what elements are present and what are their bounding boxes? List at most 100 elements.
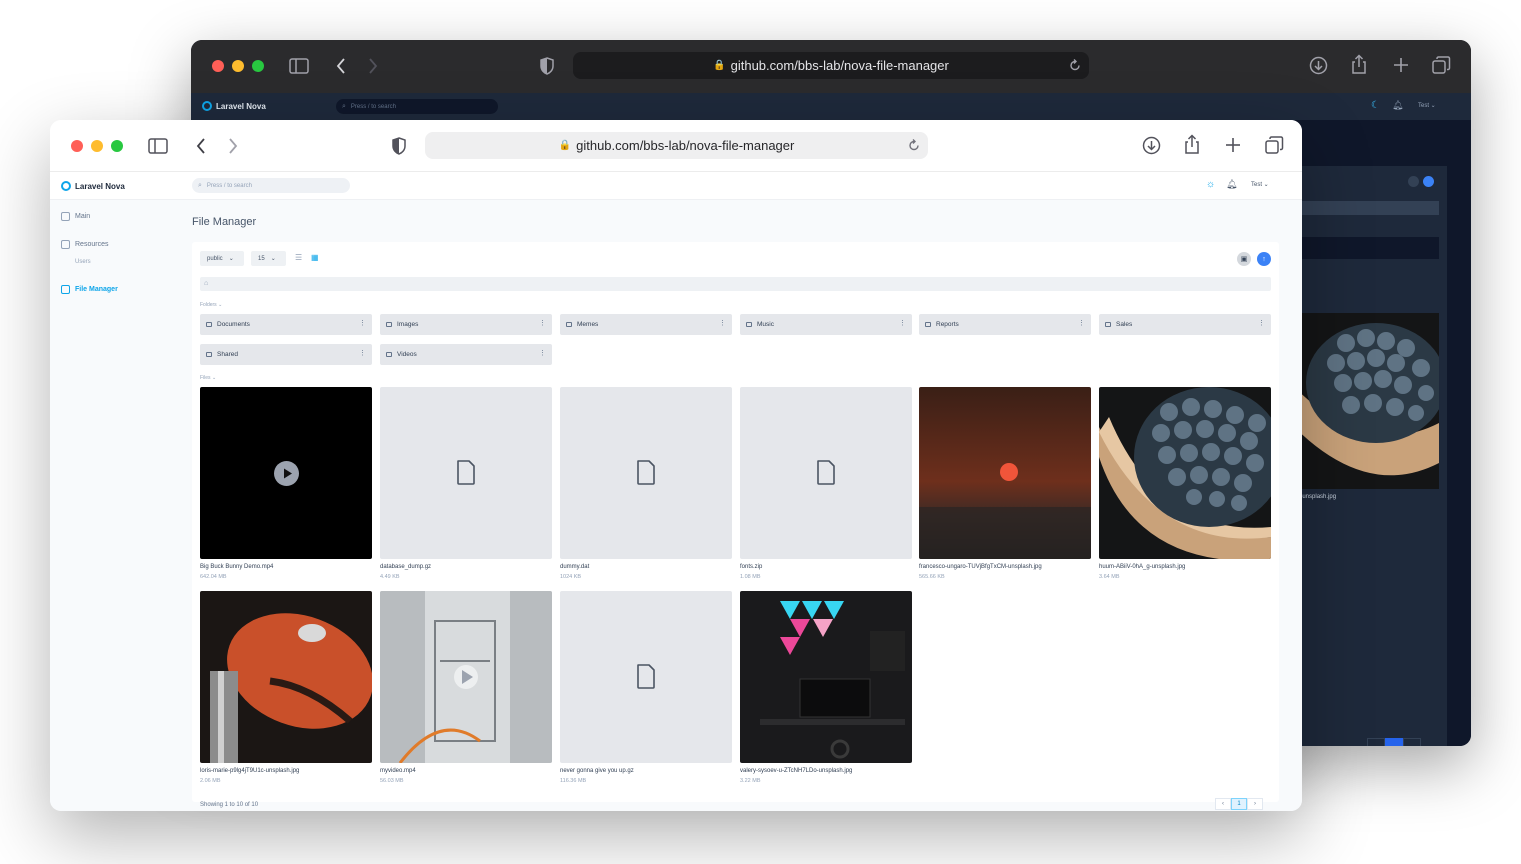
folder-item[interactable]: Videos ⋮ bbox=[380, 344, 552, 365]
back-arrow-icon[interactable] bbox=[335, 57, 347, 75]
user-menu[interactable]: Test ⌄ bbox=[1418, 102, 1436, 109]
home-icon[interactable]: ⌂ bbox=[204, 280, 208, 287]
sidebar-item-users[interactable]: Users bbox=[75, 259, 91, 265]
sidebar-item-resources[interactable]: Resources bbox=[61, 240, 108, 249]
search-input[interactable]: ⌕ Press / to search bbox=[192, 178, 350, 193]
create-folder-button[interactable]: ▣ bbox=[1237, 252, 1251, 266]
user-menu[interactable]: Test ⌄ bbox=[1251, 181, 1269, 188]
dark-file-panel: -0hA_g-unsplash.jpg bbox=[1281, 166, 1447, 746]
disk-select[interactable]: public ⌄ bbox=[200, 251, 244, 266]
file-name: database_dump.gz bbox=[380, 564, 432, 570]
files-label[interactable]: Files ⌄ bbox=[200, 375, 216, 381]
more-icon[interactable]: ⋮ bbox=[539, 349, 546, 357]
more-icon[interactable]: ⋮ bbox=[539, 319, 546, 327]
page-1-button[interactable]: 1 bbox=[1231, 798, 1247, 810]
shield-icon[interactable] bbox=[391, 137, 407, 155]
file-thumbnail-document[interactable] bbox=[560, 591, 732, 763]
downloads-icon[interactable] bbox=[1309, 56, 1328, 75]
file-name: huum-ABiiV-0hA_g-unsplash.jpg bbox=[1099, 564, 1186, 570]
more-icon[interactable]: ⋮ bbox=[719, 319, 726, 327]
back-arrow-icon[interactable] bbox=[195, 137, 207, 155]
downloads-icon[interactable] bbox=[1142, 136, 1161, 155]
folder-item[interactable]: Documents ⋮ bbox=[200, 314, 372, 335]
forward-arrow-icon[interactable] bbox=[367, 57, 379, 75]
folder-item[interactable]: Images ⋮ bbox=[380, 314, 552, 335]
address-bar[interactable]: 🔒 github.com/bbs-lab/nova-file-manager bbox=[573, 52, 1089, 79]
close-window-button[interactable] bbox=[212, 60, 224, 72]
bell-icon[interactable]: 🔔︎ bbox=[1392, 100, 1403, 111]
folder-name: Videos bbox=[397, 351, 417, 358]
minimize-window-button[interactable] bbox=[232, 60, 244, 72]
nova-logo[interactable]: Laravel Nova bbox=[61, 181, 125, 191]
moon-icon[interactable]: ☾ bbox=[1371, 100, 1380, 111]
share-icon[interactable] bbox=[1351, 54, 1367, 75]
tab-overview-icon[interactable] bbox=[1432, 56, 1451, 75]
screenshot-stage: 🔒 github.com/bbs-lab/nova-file-manager L… bbox=[0, 0, 1521, 864]
lock-icon: 🔒 bbox=[558, 140, 572, 151]
folder-item[interactable]: Reports ⋮ bbox=[919, 314, 1091, 335]
file-thumbnail-desk-image[interactable] bbox=[740, 591, 912, 763]
nova-logo[interactable]: Laravel Nova bbox=[202, 101, 266, 111]
reload-icon[interactable] bbox=[1069, 59, 1081, 72]
forward-arrow-icon[interactable] bbox=[227, 137, 239, 155]
file-thumbnail-document[interactable] bbox=[740, 387, 912, 559]
file-thumbnail-document[interactable] bbox=[380, 387, 552, 559]
page-1-button[interactable] bbox=[1385, 738, 1403, 746]
minimize-window-button[interactable] bbox=[91, 140, 103, 152]
shield-icon[interactable] bbox=[539, 57, 555, 75]
sun-icon[interactable]: ☼ bbox=[1206, 179, 1215, 190]
folder-item[interactable]: Sales ⋮ bbox=[1099, 314, 1271, 335]
folder-icon bbox=[386, 352, 392, 357]
folder-item[interactable]: Music ⋮ bbox=[740, 314, 912, 335]
zoom-window-button[interactable] bbox=[111, 140, 123, 152]
more-icon[interactable]: ⋮ bbox=[1078, 319, 1085, 327]
close-window-button[interactable] bbox=[71, 140, 83, 152]
file-thumbnail-document[interactable] bbox=[560, 387, 732, 559]
file-thumbnail-stones-image[interactable] bbox=[1099, 387, 1271, 559]
share-icon[interactable] bbox=[1184, 134, 1200, 155]
app-name: Laravel Nova bbox=[216, 101, 266, 111]
files-label-text: Files bbox=[200, 375, 211, 381]
sidebar-toggle-icon[interactable] bbox=[148, 137, 168, 155]
file-thumbnail-sunset-image[interactable] bbox=[919, 387, 1091, 559]
file-thumbnail-motorcycle-image[interactable] bbox=[200, 591, 372, 763]
tab-overview-icon[interactable] bbox=[1265, 136, 1284, 155]
folder-item[interactable]: Shared ⋮ bbox=[200, 344, 372, 365]
nova-navbar-dark: Laravel Nova ⌕ Press / to search ☾ 🔔︎ Te… bbox=[191, 93, 1471, 120]
grid-view-icon[interactable]: ▦ bbox=[311, 253, 319, 263]
search-input[interactable]: ⌕ Press / to search bbox=[336, 99, 498, 114]
file-thumbnail-video[interactable] bbox=[380, 591, 552, 763]
more-icon[interactable]: ⋮ bbox=[359, 319, 366, 327]
next-page-button[interactable] bbox=[1403, 738, 1421, 746]
upload-button[interactable] bbox=[1423, 176, 1434, 187]
more-icon[interactable]: ⋮ bbox=[1258, 319, 1265, 327]
per-page-select[interactable]: 15 ⌄ bbox=[251, 251, 286, 266]
reload-icon[interactable] bbox=[908, 139, 920, 152]
list-view-icon[interactable]: ☰ bbox=[295, 253, 302, 263]
bell-icon[interactable]: 🔔︎ bbox=[1226, 179, 1237, 190]
folders-label[interactable]: Folders ⌄ bbox=[200, 302, 222, 308]
upload-button[interactable]: ↑ bbox=[1257, 252, 1271, 266]
zoom-window-button[interactable] bbox=[252, 60, 264, 72]
browser-toolbar-light: 🔒 github.com/bbs-lab/nova-file-manager bbox=[50, 120, 1302, 172]
next-page-button[interactable]: › bbox=[1247, 798, 1263, 810]
file-size: 3.22 MB bbox=[740, 778, 761, 784]
sidebar-item-file-manager[interactable]: File Manager bbox=[61, 285, 118, 294]
folder-name: Sales bbox=[1116, 321, 1133, 328]
folder-row[interactable] bbox=[1281, 237, 1439, 259]
prev-page-button[interactable] bbox=[1367, 738, 1385, 746]
new-tab-icon[interactable] bbox=[1393, 57, 1409, 73]
sidebar-item-main[interactable]: Main bbox=[61, 212, 90, 221]
sidebar-toggle-icon[interactable] bbox=[289, 57, 309, 75]
prev-page-button[interactable]: ‹ bbox=[1215, 798, 1231, 810]
address-bar[interactable]: 🔒 github.com/bbs-lab/nova-file-manager bbox=[425, 132, 928, 159]
file-thumbnail[interactable] bbox=[1281, 313, 1439, 489]
new-tab-icon[interactable] bbox=[1225, 137, 1241, 153]
more-icon[interactable]: ⋮ bbox=[899, 319, 906, 327]
folder-item[interactable]: Memes ⋮ bbox=[560, 314, 732, 335]
folder-icon bbox=[206, 322, 212, 327]
new-folder-button[interactable] bbox=[1408, 176, 1419, 187]
file-thumbnail-video[interactable] bbox=[200, 387, 372, 559]
more-icon[interactable]: ⋮ bbox=[359, 349, 366, 357]
breadcrumb: ⌂ bbox=[200, 277, 1271, 291]
